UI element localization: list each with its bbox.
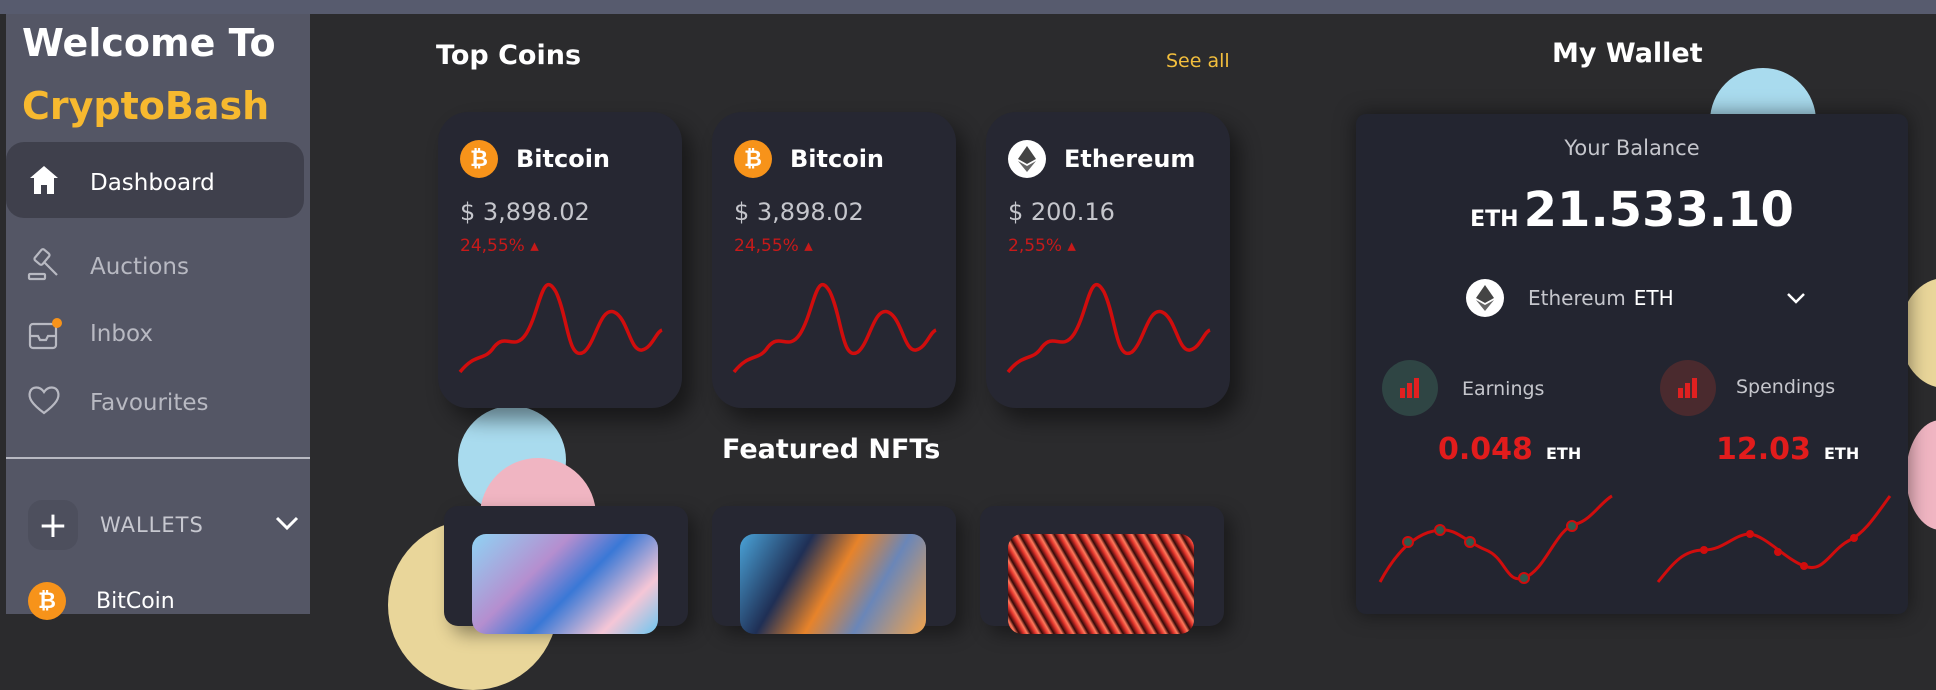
earnings-amount: 0.048 ETH xyxy=(1438,432,1581,467)
bitcoin-icon: ₿ xyxy=(460,140,498,178)
coin-price: $ 3,898.02 xyxy=(460,198,590,226)
coin-sparkline xyxy=(1006,282,1211,374)
coin-card-ethereum[interactable]: Ethereum $ 200.16 2,55% ▴ xyxy=(986,112,1230,408)
sidebar-item-favourites[interactable]: Favourites xyxy=(26,382,208,424)
ethereum-icon xyxy=(1008,140,1046,178)
wallets-label: WALLETS xyxy=(100,513,204,537)
inbox-icon xyxy=(26,316,62,352)
coin-name: Bitcoin xyxy=(516,145,611,173)
bitcoin-icon: ₿ xyxy=(734,140,772,178)
my-wallet-title: My Wallet xyxy=(1552,38,1703,69)
coin-sparkline xyxy=(458,282,663,374)
sidebar-divider xyxy=(6,457,310,459)
nft-image[interactable] xyxy=(1008,534,1194,634)
earnings-unit: ETH xyxy=(1546,444,1582,463)
welcome-heading: Welcome To xyxy=(22,21,276,65)
nft-card[interactable] xyxy=(712,506,956,634)
coin-change: 2,55% ▴ xyxy=(1008,236,1076,256)
balance-unit: ETH xyxy=(1470,207,1519,232)
gavel-icon xyxy=(26,246,62,288)
coin-name: Ethereum xyxy=(1064,145,1196,173)
nft-card[interactable] xyxy=(980,506,1224,634)
nft-image[interactable] xyxy=(472,534,658,634)
nft-image[interactable] xyxy=(740,534,926,634)
sidebar-item-inbox[interactable]: Inbox xyxy=(26,316,153,352)
earnings-label: Earnings xyxy=(1462,378,1545,400)
featured-nfts-title: Featured NFTs xyxy=(722,434,941,465)
sidebar-item-label: Favourites xyxy=(90,390,209,416)
heart-icon xyxy=(26,382,62,424)
chevron-down-icon[interactable] xyxy=(274,515,300,535)
currency-select[interactable]: Ethereum ETH xyxy=(1466,278,1806,318)
coin-change: 24,55% ▴ xyxy=(460,236,539,256)
bitcoin-icon: ₿ xyxy=(28,582,66,620)
balance-value: 21.533.10 xyxy=(1523,182,1794,238)
see-all-link[interactable]: See all xyxy=(1166,50,1230,72)
top-coins-title: Top Coins xyxy=(436,40,582,71)
add-wallet-button[interactable]: + xyxy=(28,500,78,550)
sidebar-item-auctions[interactable]: Auctions xyxy=(26,246,189,288)
sidebar-item-dashboard-content[interactable]: Dashboard xyxy=(26,162,215,204)
home-icon xyxy=(26,162,62,204)
coin-sparkline xyxy=(732,282,937,374)
coin-card-bitcoin[interactable]: ₿ Bitcoin $ 3,898.02 24,55% ▴ xyxy=(438,112,682,408)
spendings-icon xyxy=(1660,360,1716,416)
sidebar-item-label: Auctions xyxy=(90,254,189,280)
earnings-icon xyxy=(1382,360,1438,416)
brand-name: CryptoBash xyxy=(22,84,270,128)
decorative-pink-coin xyxy=(1906,420,1936,530)
sidebar-item-label: Inbox xyxy=(90,321,153,347)
coin-change: 24,55% ▴ xyxy=(734,236,813,256)
wallet-item-label: BitCoin xyxy=(96,588,175,614)
notification-dot xyxy=(52,318,62,328)
spendings-value: 12.03 xyxy=(1716,432,1811,467)
coin-price: $ 3,898.02 xyxy=(734,198,864,226)
nft-card[interactable] xyxy=(444,506,688,634)
currency-code: ETH xyxy=(1633,286,1674,310)
spendings-sparkline xyxy=(1656,495,1892,583)
coin-name: Bitcoin xyxy=(790,145,885,173)
wallet-panel: Your Balance ETH 21.533.10 Ethereum ETH … xyxy=(1356,114,1908,614)
spendings-unit: ETH xyxy=(1824,444,1860,463)
wallets-section-header[interactable]: + WALLETS xyxy=(28,500,308,550)
balance-display: ETH 21.533.10 xyxy=(1356,182,1908,238)
earnings-sparkline xyxy=(1378,494,1613,584)
chevron-down-icon[interactable] xyxy=(1786,289,1806,308)
sidebar-item-label: Dashboard xyxy=(90,170,215,196)
top-bar xyxy=(0,0,1936,14)
spendings-label: Spendings xyxy=(1736,376,1836,398)
balance-label: Your Balance xyxy=(1564,136,1700,160)
earnings-value: 0.048 xyxy=(1438,432,1533,467)
coin-card-bitcoin[interactable]: ₿ Bitcoin $ 3,898.02 24,55% ▴ xyxy=(712,112,956,408)
spendings-amount: 12.03 ETH xyxy=(1716,432,1859,467)
ethereum-icon xyxy=(1466,279,1504,317)
coin-price: $ 200.16 xyxy=(1008,198,1115,226)
currency-name: Ethereum xyxy=(1528,286,1626,310)
sidebar-item-bitcoin-wallet[interactable]: ₿ BitCoin xyxy=(28,582,175,620)
